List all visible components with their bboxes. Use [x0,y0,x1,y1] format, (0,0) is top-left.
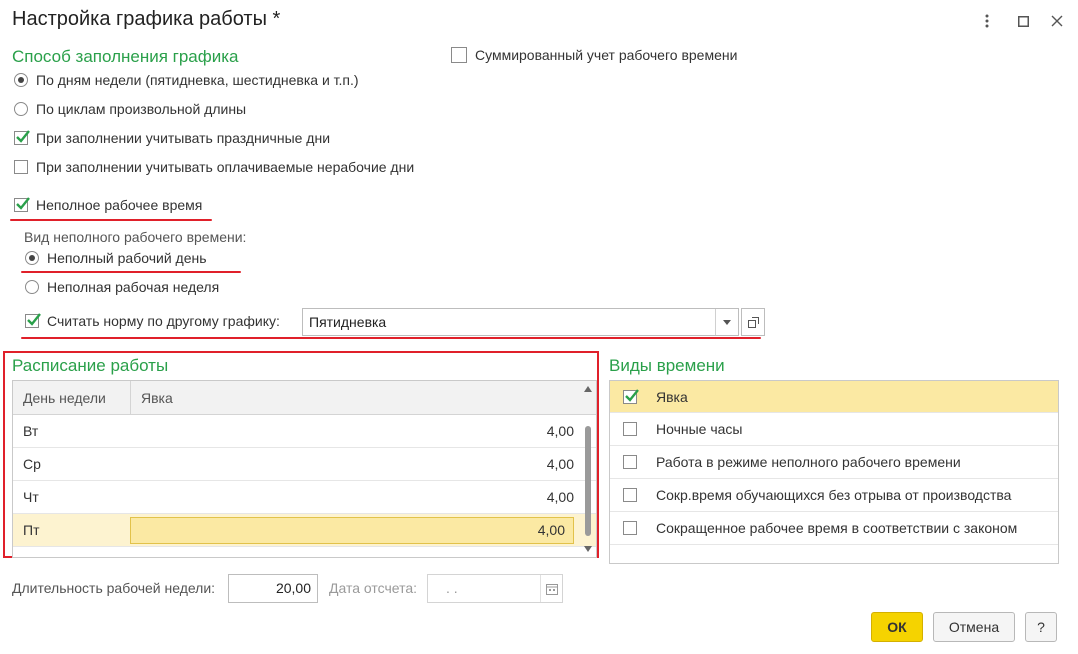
radio-parttime-week-label: Неполная рабочая неделя [47,279,220,295]
cell-day: Вт [23,423,39,439]
cell-value[interactable]: 4,00 [130,456,586,472]
radio-button[interactable] [14,102,28,116]
week-length-label: Длительность рабочей недели: [12,580,216,596]
radio-by-weekdays[interactable]: По дням недели (пятидневка, шестидневка … [14,72,359,88]
cancel-button[interactable]: Отмена [933,612,1015,642]
fill-method-title: Способ заполнения графика [12,47,239,66]
schedule-table[interactable]: День недели Явка Вт 4,00 Ср 4,00 Чт 4,00… [12,380,597,558]
checkbox-other-schedule-label: Считать норму по другому графику: [47,313,280,329]
checkbox[interactable] [623,488,637,502]
list-item-label: Работа в режиме неполного рабочего време… [656,454,961,470]
radio-by-cycles-label: По циклам произвольной длины [36,101,247,117]
cell-day: Пт [23,522,40,538]
ref-date-label: Дата отсчета: [329,580,418,596]
checkbox-parttime-label: Неполное рабочее время [36,197,203,213]
checkbox[interactable] [623,422,637,436]
column-header-attendance[interactable]: Явка [131,390,173,406]
radio-by-weekdays-label: По дням недели (пятидневка, шестидневка … [36,72,359,88]
radio-button-selected[interactable] [14,73,28,87]
scrollbar-thumb[interactable] [585,426,591,536]
list-item-label: Сокр.время обучающихся без отрыва от про… [656,487,1012,503]
list-item[interactable]: Ночные часы [610,413,1058,446]
list-item[interactable]: Работа в режиме неполного рабочего време… [610,446,1058,479]
checkbox-holidays-label: При заполнении учитывать праздничные дни [36,130,331,146]
list-item-label: Сокращенное рабочее время в соответствии… [656,520,1018,536]
table-header: День недели Явка [13,381,596,415]
checkbox-parttime[interactable]: Неполное рабочее время [14,197,202,213]
scrollbar[interactable] [581,386,595,556]
list-item[interactable]: Сокращенное рабочее время в соответствии… [610,512,1058,545]
cell-value[interactable]: 4,00 [130,423,586,439]
cell-value-active[interactable]: 4,00 [130,516,574,544]
checkbox-paid-nonwork[interactable]: При заполнении учитывать оплачиваемые не… [14,159,414,175]
checkbox[interactable] [14,160,28,174]
table-row[interactable]: Вт 4,00 [13,415,596,448]
list-item-label: Ночные часы [656,421,743,437]
week-length-input[interactable]: 20,00 [228,574,318,603]
time-kinds-title: Виды времени [609,356,725,375]
time-kinds-list[interactable]: Явка Ночные часы Работа в режиме неполно… [609,380,1059,564]
cell-day: Ср [23,456,41,472]
calendar-icon [541,575,562,602]
checkbox[interactable] [451,47,467,63]
open-icon[interactable] [741,308,765,336]
checkbox-summarized[interactable]: Суммированный учет рабочего времени [451,47,737,63]
radio-parttime-day-label: Неполный рабочий день [47,250,207,266]
ok-button[interactable]: ОК [871,612,923,642]
red-underline [10,219,212,221]
checkbox-summarized-label: Суммированный учет рабочего времени [475,47,738,63]
table-row[interactable]: Ср 4,00 [13,448,596,481]
checkbox[interactable] [623,521,637,535]
cell-value[interactable]: 4,00 [130,489,586,505]
checkbox-holidays[interactable]: При заполнении учитывать праздничные дни [14,130,330,146]
parttime-kind-label: Вид неполного рабочего времени: [24,229,247,245]
window-title: Настройка графика работы * [12,8,281,30]
cell-day: Чт [23,489,39,505]
checkbox[interactable] [623,455,637,469]
ref-date-value: . . [446,580,458,596]
radio-by-cycles[interactable]: По циклам произвольной длины [14,101,246,117]
close-icon[interactable] [1046,10,1068,32]
checkbox-checked[interactable] [14,130,30,145]
schedule-select[interactable]: Пятидневка [302,308,739,336]
scroll-up-icon[interactable] [584,386,592,392]
help-button[interactable]: ? [1025,612,1057,642]
checkbox-checked[interactable] [14,197,30,212]
red-underline [21,337,761,339]
radio-button-selected[interactable] [25,251,39,265]
schedule-select-value: Пятидневка [309,314,387,330]
checkbox-checked[interactable] [623,388,639,404]
list-item-label: Явка [656,388,688,405]
radio-parttime-day[interactable]: Неполный рабочий день [25,250,207,266]
table-row[interactable]: Чт 4,00 [13,481,596,514]
radio-button[interactable] [25,280,39,294]
list-item-selected[interactable]: Явка [610,381,1058,413]
checkbox-other-schedule[interactable]: Считать норму по другому графику: [25,313,280,329]
more-icon[interactable] [976,10,998,32]
list-item[interactable]: Сокр.время обучающихся без отрыва от про… [610,479,1058,512]
red-underline [21,271,241,273]
checkbox-checked[interactable] [25,313,41,328]
scroll-down-icon[interactable] [584,546,592,552]
table-row-selected[interactable]: Пт 4,00 [13,514,596,547]
schedule-title: Расписание работы [12,356,169,375]
column-header-day[interactable]: День недели [13,381,131,414]
radio-parttime-week[interactable]: Неполная рабочая неделя [25,279,219,295]
maximize-icon[interactable] [1012,10,1034,32]
checkbox-paid-nonwork-label: При заполнении учитывать оплачиваемые не… [36,159,415,175]
dropdown-arrow-icon[interactable] [716,309,738,335]
